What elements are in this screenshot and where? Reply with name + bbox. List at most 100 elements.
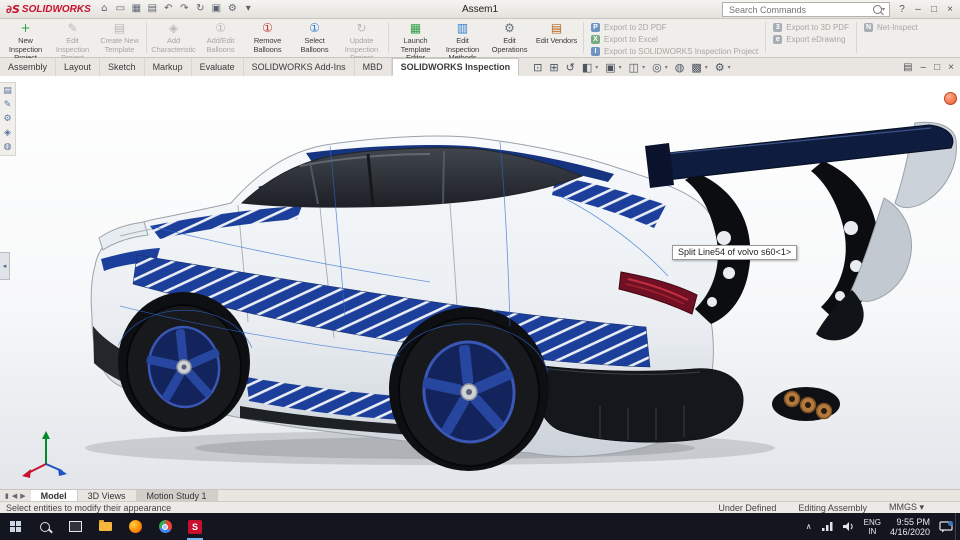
search-dropdown-icon[interactable]: ▾ (882, 6, 885, 13)
dimxpert-manager-icon[interactable]: ◈ (4, 128, 11, 138)
task-pane-icon[interactable]: ▤ (903, 62, 912, 73)
remove-balloons-button[interactable]: ① Remove Balloons (244, 19, 291, 56)
tab-solidworks-add-ins[interactable]: SOLIDWORKS Add-Ins (244, 58, 355, 76)
tab-layout[interactable]: Layout (56, 58, 101, 76)
chevron-down-icon: ▾ (919, 503, 924, 513)
edit-operations-button[interactable]: ⚙ Edit Operations (486, 19, 533, 56)
export-3d-pdf-button[interactable]: 3 Export to 3D PDF (773, 23, 849, 32)
configuration-manager-icon[interactable]: ⚙ (3, 114, 11, 124)
chevron-down-icon[interactable]: ▾ (665, 64, 668, 71)
feature-tree-collapse-arrow[interactable]: ◂ (0, 252, 10, 280)
chevron-down-icon[interactable]: ▾ (595, 64, 598, 71)
hidden-icons-chevron[interactable]: ∧ (806, 522, 812, 531)
doc-minimize-button[interactable]: – (921, 62, 927, 73)
tab-sketch[interactable]: Sketch (100, 58, 145, 76)
print-icon[interactable]: ▤ (145, 2, 160, 16)
edit-vendors-button[interactable]: ▤ Edit Vendors (533, 19, 580, 56)
zoom-fit-icon[interactable]: ⊡ (533, 59, 542, 76)
task-view-button[interactable] (60, 513, 90, 540)
net-inspect-icon: N (863, 23, 873, 32)
search-commands-box[interactable]: ▾ (722, 2, 890, 17)
home-icon[interactable]: ⌂ (97, 2, 112, 16)
command-manager-tabs: Assembly Layout Sketch Markup Evaluate S… (0, 58, 960, 77)
launch-template-editor-button[interactable]: ▦ Launch Template Editor (392, 19, 439, 62)
language-indicator[interactable]: ENG IN (864, 518, 881, 536)
feature-manager-icon[interactable]: ▤ (3, 86, 12, 96)
property-manager-icon[interactable]: ✎ (4, 100, 12, 110)
car-model-3d-view[interactable] (0, 76, 960, 489)
export-excel-button[interactable]: X Export to Excel (591, 35, 758, 44)
edit-appearance-icon[interactable]: ◍ (675, 59, 685, 76)
add-edit-balloons-button[interactable]: ① Add/Edit Balloons (197, 19, 244, 56)
chevron-down-icon[interactable]: ▾ (728, 64, 731, 71)
chrome-button[interactable] (150, 513, 180, 540)
add-characteristic-button[interactable]: ◈ Add Characteristic (150, 19, 197, 56)
language-code: ENG (863, 517, 881, 527)
graphics-viewport[interactable]: ▤ ✎ ⚙ ◈ ◍ ◂ Split Line54 of volvo s60<1> (0, 76, 960, 489)
hide-show-items-icon[interactable]: ◎ (652, 59, 662, 76)
taskbar-clock[interactable]: 9:55 PM 4/16/2020 (890, 517, 930, 537)
close-button[interactable]: × (942, 4, 958, 15)
apply-scene-icon[interactable]: ▩ (691, 59, 701, 76)
tab-mbd[interactable]: MBD (355, 58, 392, 76)
previous-view-icon[interactable]: ↺ (566, 59, 575, 76)
search-input[interactable] (727, 3, 869, 16)
tab-markup[interactable]: Markup (145, 58, 192, 76)
view-orientation-icon[interactable]: ▣ (605, 59, 615, 76)
wing-endplate-left (645, 143, 674, 188)
action-center-icon[interactable] (939, 520, 953, 533)
create-new-template-button[interactable]: ▤ Create New Template (96, 19, 143, 56)
export-2d-pdf-button[interactable]: P Export to 2D PDF (591, 23, 758, 32)
display-manager-icon[interactable]: ◍ (4, 142, 12, 152)
new-inspection-project-button[interactable]: + New Inspection Project (2, 19, 49, 62)
update-inspection-project-button[interactable]: ↻ Update Inspection Project (338, 19, 385, 62)
doc-close-button[interactable]: × (948, 62, 954, 73)
zoom-area-icon[interactable]: ⊞ (549, 59, 558, 76)
edit-inspection-project-button[interactable]: ✎ Edit Inspection Project (49, 19, 96, 62)
redo-icon[interactable]: ↷ (177, 2, 192, 16)
tab-solidworks-inspection[interactable]: SOLIDWORKS Inspection (391, 58, 520, 76)
volume-icon[interactable] (842, 521, 855, 532)
rebuild-icon[interactable]: ↻ (193, 2, 208, 16)
chevron-down-icon[interactable]: ▾ (619, 64, 622, 71)
export-edrawing-button[interactable]: e Export eDrawing (773, 35, 849, 44)
chevron-down-icon[interactable]: ▾ (642, 64, 645, 71)
select-balloons-button[interactable]: ① Select Balloons (291, 19, 338, 56)
qat-dropdown-icon[interactable]: ▾ (241, 2, 256, 16)
tab-scroll-start-icon[interactable]: ▮ (5, 492, 9, 500)
tab-scroll-right-icon[interactable]: ▶ (20, 492, 25, 500)
tab-scroll-left-icon[interactable]: ◀ (12, 492, 17, 500)
solidworks-taskbar-button[interactable]: S (180, 513, 210, 540)
task-pane-resources-icon[interactable] (944, 92, 957, 105)
definition-status: Under Defined (718, 502, 777, 513)
firefox-button[interactable] (120, 513, 150, 540)
open-icon[interactable]: ▭ (113, 2, 128, 16)
view-settings-icon[interactable]: ⚙ (715, 59, 725, 76)
search-icon[interactable] (872, 5, 882, 14)
edit-inspection-methods-button[interactable]: ▥ Edit Inspection Methods (439, 19, 486, 62)
rear-bumper-diffuser[interactable] (534, 364, 840, 443)
help-button[interactable]: ? (894, 4, 910, 15)
network-icon[interactable] (821, 521, 833, 532)
units-selector[interactable]: MMGS ▾ (889, 502, 924, 513)
tab-evaluate[interactable]: Evaluate (192, 58, 244, 76)
show-desktop-strip[interactable] (955, 513, 960, 540)
taskbar-search-button[interactable] (30, 513, 60, 540)
chrome-icon (158, 520, 172, 533)
edit-inspection-methods-icon: ▥ (456, 21, 469, 35)
section-view-icon[interactable]: ◧ (582, 59, 592, 76)
maximize-button[interactable]: □ (926, 4, 942, 15)
chevron-down-icon[interactable]: ▾ (705, 64, 708, 71)
net-inspect-button[interactable]: N Net-Inspect (863, 23, 918, 32)
start-button[interactable] (0, 513, 30, 540)
display-style-icon[interactable]: ◫ (629, 59, 639, 76)
minimize-button[interactable]: – (910, 4, 926, 15)
undo-icon[interactable]: ↶ (161, 2, 176, 16)
export-inspection-project-button[interactable]: I Export to SOLIDWORKS Inspection Projec… (591, 47, 758, 56)
tab-assembly[interactable]: Assembly (0, 58, 57, 76)
doc-restore-button[interactable]: □ (934, 62, 940, 73)
file-explorer-button[interactable] (90, 513, 120, 540)
options-gear-icon[interactable]: ⚙ (225, 2, 240, 16)
save-icon[interactable]: ▦ (129, 2, 144, 16)
appearance-icon[interactable]: ▣ (209, 2, 224, 16)
